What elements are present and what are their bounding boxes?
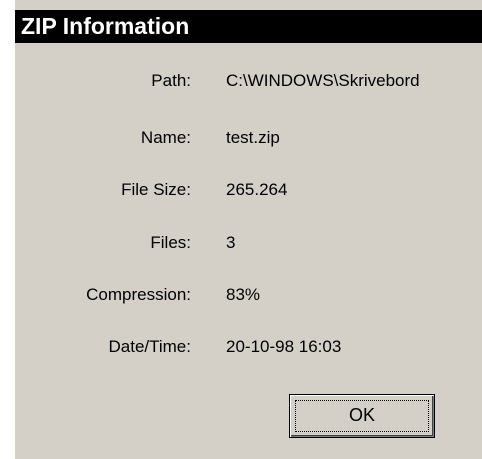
date-time-value: 20-10-98 16:03 xyxy=(226,337,342,356)
files-value: 3 xyxy=(226,233,236,252)
compression-label: Compression: xyxy=(86,285,191,304)
ok-button-label: OK xyxy=(348,405,375,425)
zip-information-dialog: ZIP Information Path: C:\WINDOWS\Skriveb… xyxy=(14,0,482,459)
name-value: test.zip xyxy=(226,128,280,147)
compression-value: 83% xyxy=(226,285,261,304)
files-label: Files: xyxy=(150,233,191,252)
file-size-value: 265.264 xyxy=(226,180,288,199)
path-label: Path: xyxy=(151,71,191,90)
name-label: Name: xyxy=(140,128,191,147)
file-size-label: File Size: xyxy=(121,180,191,199)
path-value: C:\WINDOWS\Skrivebord xyxy=(226,71,420,90)
dialog-title: ZIP Information xyxy=(15,10,482,43)
ok-button[interactable]: OK xyxy=(289,394,435,438)
date-time-label: Date/Time: xyxy=(108,337,191,356)
